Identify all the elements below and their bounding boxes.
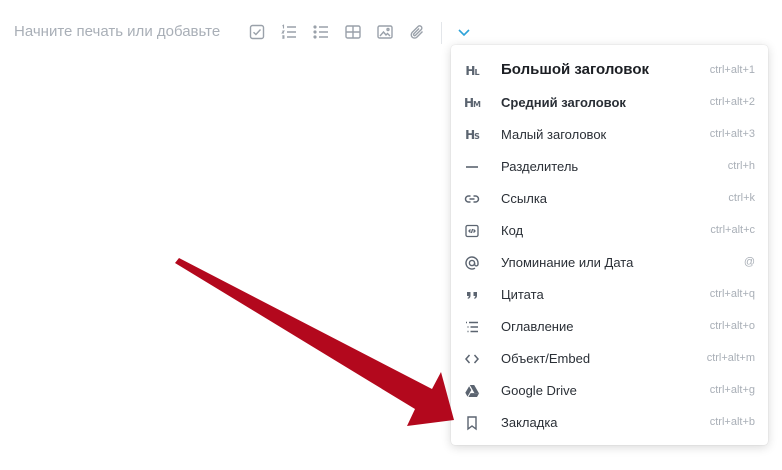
google-drive-icon — [463, 382, 481, 400]
menu-item-shortcut: ctrl+alt+g — [709, 384, 755, 396]
menu-item-embed[interactable]: Объект/Embed ctrl+alt+m — [451, 343, 768, 375]
menu-item-label: Код — [501, 223, 524, 238]
annotation-arrow-shape — [175, 258, 454, 426]
menu-item-quote[interactable]: Цитата ctrl+alt+q — [451, 279, 768, 311]
menu-item-divider[interactable]: Разделитель ctrl+h — [451, 151, 768, 183]
menu-item-shortcut: ctrl+alt+2 — [709, 96, 755, 108]
at-sign-icon — [463, 254, 481, 272]
menu-item-shortcut: ctrl+alt+b — [709, 416, 755, 428]
menu-item-bookmark[interactable]: Закладка ctrl+alt+b — [451, 407, 768, 439]
menu-item-shortcut: ctrl+alt+3 — [709, 128, 755, 140]
menu-item-label: Средний заголовок — [501, 95, 626, 110]
checkbox-icon[interactable] — [247, 22, 267, 42]
menu-item-shortcut: ctrl+alt+c — [710, 224, 755, 236]
bullet-list-icon[interactable] — [311, 22, 331, 42]
toolbar-separator — [441, 22, 442, 44]
code-block-icon — [463, 222, 481, 240]
heading-large-icon: HL — [465, 64, 479, 78]
menu-item-label: Цитата — [501, 287, 544, 302]
menu-item-label: Закладка — [501, 415, 558, 430]
menu-item-shortcut: ctrl+h — [727, 160, 755, 172]
image-icon[interactable] — [375, 22, 395, 42]
numbered-list-icon[interactable] — [279, 22, 299, 42]
menu-item-google-drive[interactable]: Google Drive ctrl+alt+g — [451, 375, 768, 407]
menu-item-label: Google Drive — [501, 383, 577, 398]
menu-item-code[interactable]: Код ctrl+alt+c — [451, 215, 768, 247]
menu-item-label: Малый заголовок — [501, 127, 607, 142]
menu-item-shortcut: ctrl+alt+m — [706, 352, 755, 364]
chevron-down-icon[interactable] — [454, 22, 474, 42]
attachment-icon[interactable] — [407, 22, 427, 42]
menu-item-medium-heading[interactable]: HM Средний заголовок ctrl+alt+2 — [451, 87, 768, 119]
insert-menu: HL Большой заголовок ctrl+alt+1 HM Средн… — [451, 45, 768, 445]
table-of-contents-icon — [463, 318, 481, 336]
menu-item-label: Оглавление — [501, 319, 574, 334]
menu-item-label: Объект/Embed — [501, 351, 591, 366]
menu-item-link[interactable]: Ссылка ctrl+k — [451, 183, 768, 215]
menu-item-shortcut: ctrl+alt+o — [709, 320, 755, 332]
menu-item-small-heading[interactable]: HS Малый заголовок ctrl+alt+3 — [451, 119, 768, 151]
menu-item-shortcut: ctrl+alt+q — [709, 288, 755, 300]
menu-item-label: Разделитель — [501, 159, 579, 174]
menu-item-mention[interactable]: Упоминание или Дата @ — [451, 247, 768, 279]
link-icon — [463, 190, 481, 208]
menu-item-shortcut: @ — [743, 256, 755, 268]
divider-icon — [463, 158, 481, 176]
heading-small-icon: HS — [465, 128, 480, 142]
menu-item-label: Большой заголовок — [501, 61, 650, 78]
menu-item-label: Ссылка — [501, 191, 548, 206]
editor-placeholder[interactable]: Начните печать или добавьте — [14, 23, 220, 40]
heading-medium-icon: HM — [463, 96, 481, 110]
menu-item-shortcut: ctrl+k — [728, 192, 755, 204]
embed-icon — [463, 350, 481, 368]
table-icon[interactable] — [343, 22, 363, 42]
menu-item-large-heading[interactable]: HL Большой заголовок ctrl+alt+1 — [451, 55, 768, 87]
menu-item-shortcut: ctrl+alt+1 — [709, 64, 755, 76]
menu-item-toc[interactable]: Оглавление ctrl+alt+o — [451, 311, 768, 343]
menu-item-label: Упоминание или Дата — [501, 255, 634, 270]
bookmark-icon — [463, 414, 481, 432]
editor-toolbar: Начните печать или добавьте — [0, 14, 500, 50]
quote-icon — [463, 286, 481, 304]
